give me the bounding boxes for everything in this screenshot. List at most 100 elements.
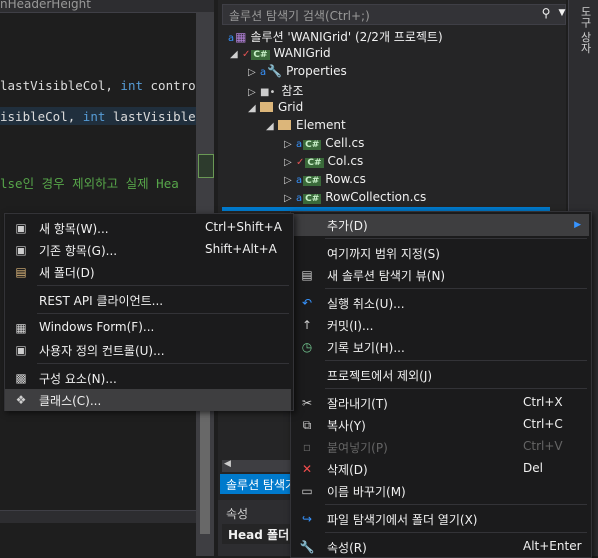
checkmark-icon: ✓ [296,157,305,168]
lock-icon: a [228,33,235,44]
collapsed-arrow-icon[interactable]: ▷ [284,193,296,204]
collapsed-arrow-icon[interactable]: ▷ [284,157,296,168]
menu-item-paste[interactable]: ▫ 붙여넣기(P) Ctrl+V [291,436,589,458]
menu-item-component[interactable]: ▩ 구성 요소(N)... [5,367,291,389]
menu-item-cut[interactable]: ✂ 잘라내기(T) Ctrl+X [291,392,589,414]
cut-icon: ✂ [301,396,313,410]
menu-item-undo[interactable]: ↶ 실행 취소(U)... [291,292,589,314]
collapsed-arrow-icon[interactable]: ▷ [248,87,260,98]
editor-horizontal-scrollbar[interactable] [0,510,196,523]
folder-icon [260,102,273,112]
menu-item-class[interactable]: ❖ 클래스(C)... [5,389,291,411]
paste-icon: ▫ [302,440,312,454]
new-item-icon: ▣ [15,221,27,235]
menu-separator [325,532,587,533]
menu-item-label: 잘라내기(T) [327,397,388,411]
menu-item-label: 복사(Y) [327,419,366,433]
tree-item-properties[interactable]: ▷ a🔧 Properties [248,64,347,82]
menu-item-existing-item[interactable]: ▣ 기존 항목(G)... Shift+Alt+A [5,239,291,261]
collapsed-arrow-icon[interactable]: ▷ [284,175,296,186]
menu-item-wrench[interactable]: 🔧 속성(R) Alt+Enter [291,536,589,558]
tree-item-file[interactable]: ▷ a C# RowCollection.cs [284,190,426,208]
editor-nav-text: nHeaderHeight [0,0,91,11]
add-submenu: ▣ 새 항목(W)... Ctrl+Shift+A ▣ 기존 항목(G)... Shift… [4,213,294,411]
toolbox-tab-label[interactable]: 도구 상자 [577,6,593,54]
menu-item-label: 사용자 정의 컨트롤(U)... [39,344,165,358]
folder-icon [278,120,291,130]
csharp-project-icon: C# [251,50,270,60]
menu-item-user-control[interactable]: ▣ 사용자 정의 컨트롤(U)... [5,339,291,361]
tree-item-folder-grid[interactable]: ◢ Grid [248,100,303,118]
expanded-arrow-icon[interactable]: ◢ [230,49,242,60]
solution-explorer-search[interactable]: 솔루션 탐색기 검색(Ctrl+;) ⚲ ▼ [222,4,566,25]
menu-item-item[interactable]: REST API 클라이언트... [5,289,291,311]
search-options-chevron-icon[interactable]: ▼ [553,8,571,25]
menu-item-label: 구성 요소(N)... [39,372,117,386]
menu-item-shortcut: Del [523,461,543,475]
menu-item-item[interactable]: 여기까지 범위 지정(S) [291,242,589,264]
menu-item-item[interactable]: 추가(D) ▶ [291,214,589,236]
menu-item-shortcut: Ctrl+X [523,395,563,409]
menu-item-shortcut: Shift+Alt+A [205,242,277,256]
undo-icon: ↶ [301,296,313,310]
references-icon: ■• [260,87,276,98]
menu-item-history[interactable]: ◷ 기록 보기(H)... [291,336,589,358]
expanded-arrow-icon[interactable]: ◢ [248,103,260,114]
wrench-icon: 🔧 [299,540,315,554]
lock-icon: a [296,139,303,150]
menu-item-label: 새 폴더(D) [39,266,95,280]
menu-item-label: 기존 항목(G)... [39,244,118,258]
tree-item-references[interactable]: ▷ ■• 참조 [248,82,303,100]
menu-item-label: 새 솔루션 탐색기 뷰(N) [327,269,446,283]
collapsed-arrow-icon[interactable]: ▷ [248,67,260,78]
code-comment-line[interactable]: lse인 경우 제외하고 실제 Hea [0,173,179,192]
menu-item-label: 프로젝트에서 제외(J) [327,369,433,383]
menu-separator [325,360,587,361]
delete-icon: ✕ [301,462,313,476]
menu-item-rename[interactable]: ▭ 이름 바꾸기(M) [291,480,589,502]
properties-object-name: Head 폴더 [228,528,290,542]
csharp-file-icon: C# [303,194,322,204]
expanded-arrow-icon[interactable]: ◢ [266,121,278,132]
editor-navigation-bar[interactable]: nHeaderHeight [0,0,214,13]
context-menu: 추가(D) ▶ 여기까지 범위 지정(S) ▤ 새 솔루션 탐색기 뷰(N) ↶ 실행 취소… [290,211,592,558]
tree-item-file[interactable]: ▷ ✓ C# Col.cs [284,154,363,172]
menu-item-label: 기록 보기(H)... [327,341,405,355]
menu-item-new-view[interactable]: ▤ 새 솔루션 탐색기 뷰(N) [291,264,589,286]
menu-item-new-item[interactable]: ▣ 새 항목(W)... Ctrl+Shift+A [5,217,291,239]
tree-item-folder-element[interactable]: ◢ Element [266,118,346,136]
copy-icon: ⧉ [302,418,312,432]
menu-item-label: 실행 취소(U)... [327,297,405,311]
menu-item-delete[interactable]: ✕ 삭제(D) Del [291,458,589,480]
user-control-icon: ▣ [15,343,27,357]
menu-item-shortcut: Ctrl+Shift+A [205,220,282,234]
menu-item-open-folder[interactable]: ↪ 파일 탐색기에서 폴더 열기(X) [291,508,589,530]
component-icon: ▩ [15,371,27,385]
lock-icon: a [260,67,267,78]
menu-item-shortcut: Ctrl+V [523,439,563,453]
scrollbar-thumb[interactable] [200,404,210,534]
tree-item-file[interactable]: ▷ a C# Row.cs [284,172,366,190]
menu-item-new-folder[interactable]: ▤ 새 폴더(D) [5,261,291,283]
tree-item-solution[interactable]: a▦ 솔루션 'WANIGrid' (2/2개 프로젝트) [228,28,443,46]
menu-item-label: 삭제(D) [327,463,368,477]
menu-separator [325,238,587,239]
tree-item-project[interactable]: ◢ ✓ C# WANIGrid [230,46,331,64]
menu-separator [37,363,289,364]
menu-item-label: 여기까지 범위 지정(S) [327,247,440,261]
menu-item-commit[interactable]: ↑ 커밋(I)... [291,314,589,336]
menu-item-copy[interactable]: ⧉ 복사(Y) Ctrl+C [291,414,589,436]
menu-item-windows-form[interactable]: ▦ Windows Form(F)... [5,317,291,339]
menu-item-item[interactable]: 프로젝트에서 제외(J) [291,364,589,386]
scroll-left-arrow-icon[interactable]: ◀ [224,459,231,469]
tab-label: 솔루션 탐색기 [226,478,297,492]
tree-item-file[interactable]: ▷ a C# Cell.cs [284,136,364,154]
menu-item-label: 파일 탐색기에서 폴더 열기(X) [327,513,478,527]
menu-item-label: 붙여넣기(P) [327,441,388,455]
rename-icon: ▭ [301,484,313,498]
checkmark-icon: ✓ [242,49,251,60]
code-line[interactable]: isibleCol, int lastVisibleCo [0,109,211,124]
csharp-file-icon: C# [303,176,322,186]
collapsed-arrow-icon[interactable]: ▷ [284,139,296,150]
code-line[interactable]: lastVisibleCol, int control [0,78,203,93]
